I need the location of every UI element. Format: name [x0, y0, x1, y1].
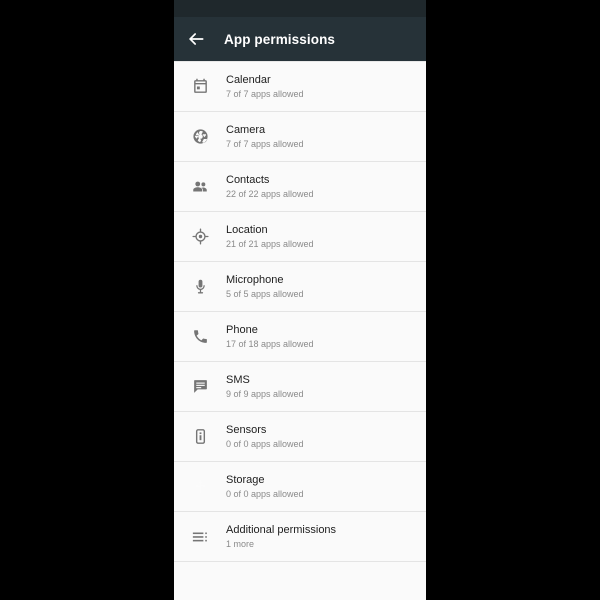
- permission-text: Location 21 of 21 apps allowed: [226, 223, 314, 251]
- permission-label: Sensors: [226, 423, 267, 436]
- list-empty-area: [174, 562, 426, 592]
- permission-row-camera[interactable]: Camera 7 of 7 apps allowed: [174, 112, 426, 162]
- permission-label: Contacts: [226, 173, 270, 186]
- permission-row-location[interactable]: Location 21 of 21 apps allowed: [174, 212, 426, 262]
- permission-row-microphone[interactable]: Microphone 5 of 5 apps allowed: [174, 262, 426, 312]
- contacts-people-icon: [174, 178, 226, 196]
- permission-row-contacts[interactable]: Contacts 22 of 22 apps allowed: [174, 162, 426, 212]
- permission-label: Microphone: [226, 273, 284, 286]
- permission-text: Storage 0 of 0 apps allowed: [226, 473, 304, 501]
- permission-summary: 9 of 9 apps allowed: [226, 388, 304, 399]
- permission-label: Storage: [226, 473, 265, 486]
- arrow-back-icon[interactable]: [186, 29, 206, 49]
- permission-label: Location: [226, 223, 268, 236]
- permission-text: Microphone 5 of 5 apps allowed: [226, 273, 304, 301]
- storage-usb-icon: [174, 478, 226, 495]
- permission-label: Calendar: [226, 73, 271, 86]
- sms-message-icon: [174, 378, 226, 395]
- permission-row-calendar[interactable]: Calendar 7 of 7 apps allowed: [174, 62, 426, 112]
- permission-summary: 22 of 22 apps allowed: [226, 188, 314, 199]
- permission-row-sms[interactable]: SMS 9 of 9 apps allowed: [174, 362, 426, 412]
- permission-summary: 0 of 0 apps allowed: [226, 488, 304, 499]
- calendar-icon: [174, 78, 226, 95]
- permission-summary: 21 of 21 apps allowed: [226, 238, 314, 249]
- permission-summary: 7 of 7 apps allowed: [226, 88, 304, 99]
- phone-viewport: App permissions Calendar 7 of 7 apps all…: [174, 0, 426, 600]
- permission-text: Camera 7 of 7 apps allowed: [226, 123, 304, 151]
- permission-text: SMS 9 of 9 apps allowed: [226, 373, 304, 401]
- permission-text: Contacts 22 of 22 apps allowed: [226, 173, 314, 201]
- permission-summary: 7 of 7 apps allowed: [226, 138, 304, 149]
- permission-summary: 5 of 5 apps allowed: [226, 288, 304, 299]
- permission-summary: 1 more: [226, 538, 255, 549]
- body-sensors-icon: [174, 428, 226, 445]
- status-bar: [174, 0, 426, 17]
- app-bar: App permissions: [174, 17, 426, 61]
- permission-text: Phone 17 of 18 apps allowed: [226, 323, 314, 351]
- permission-row-additional[interactable]: Additional permissions 1 more: [174, 512, 426, 562]
- permission-summary: 0 of 0 apps allowed: [226, 438, 304, 449]
- camera-aperture-icon: [174, 128, 226, 145]
- permission-label: SMS: [226, 373, 250, 386]
- permission-label: Phone: [226, 323, 258, 336]
- permission-row-storage[interactable]: Storage 0 of 0 apps allowed: [174, 462, 426, 512]
- permission-row-sensors[interactable]: Sensors 0 of 0 apps allowed: [174, 412, 426, 462]
- permission-summary: 17 of 18 apps allowed: [226, 338, 314, 349]
- phone-handset-icon: [174, 328, 226, 345]
- permission-list: Calendar 7 of 7 apps allowed Camera 7 of…: [174, 61, 426, 562]
- permission-text: Calendar 7 of 7 apps allowed: [226, 73, 304, 101]
- additional-list-icon: [174, 528, 226, 546]
- permission-row-phone[interactable]: Phone 17 of 18 apps allowed: [174, 312, 426, 362]
- permission-label: Additional permissions: [226, 523, 337, 536]
- microphone-icon: [174, 278, 226, 295]
- permission-text: Sensors 0 of 0 apps allowed: [226, 423, 304, 451]
- page-title: App permissions: [224, 31, 336, 47]
- location-crosshair-icon: [174, 228, 226, 245]
- permission-label: Camera: [226, 123, 266, 136]
- permission-text: Additional permissions 1 more: [226, 523, 336, 551]
